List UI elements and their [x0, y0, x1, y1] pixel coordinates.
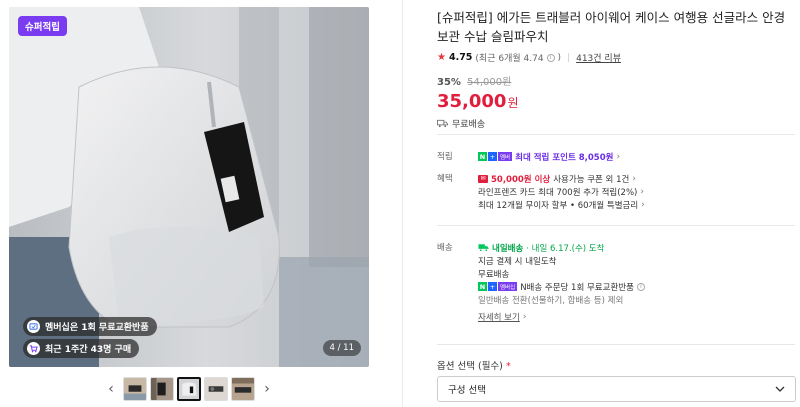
rating-row: ★ 4.75 (최근 6개월 4.74 i ) | 413건 리뷰 [437, 51, 797, 64]
details-line[interactable]: 자세히 보기 › [478, 310, 798, 323]
shipping-summary: 무료배송 [437, 117, 797, 130]
rating-score: 4.75 [448, 52, 473, 63]
fast-truck-icon [478, 243, 489, 252]
card-line[interactable]: 라인프렌즈 카드 최대 700원 추가 적립(2%) › [478, 185, 798, 198]
thumbnail-5[interactable] [231, 377, 255, 401]
fast-delivery-line: 내일배송 · 내일 6.17.(수) 도착 [478, 241, 798, 254]
free-delivery-text: 무료배송 [478, 269, 510, 280]
star-icon: ★ [437, 52, 446, 63]
info-icon[interactable]: i [636, 282, 645, 291]
details-link[interactable]: 자세히 보기 [478, 311, 520, 323]
cart-icon [27, 342, 40, 355]
sale-price: 35,000 [437, 91, 507, 112]
recent-purchase-text: 최근 1주간 43명 구매 [45, 345, 132, 355]
recent-rating: (최근 6개월 4.74 [475, 54, 544, 64]
pay-now-text: 지금 결제 시 내일도착 [478, 256, 557, 267]
installment-line[interactable]: 최대 12개월 무이자 할부 • 60개월 특별금리 › [478, 198, 798, 211]
option-select[interactable]: 구성 선택 [437, 376, 796, 402]
image-counter: 4 / 11 [322, 340, 361, 356]
membership-chip: 멤버십은 1회 무료교환반품 [23, 317, 157, 336]
column-divider [402, 0, 403, 407]
required-mark: * [505, 361, 511, 372]
thumbnail-2[interactable] [150, 377, 174, 401]
coupon-icon: ✉ [478, 174, 488, 183]
thumbnail-1[interactable] [123, 377, 147, 401]
original-price-row: 35% 54,000원 [437, 73, 797, 88]
points-label: 적립 [437, 152, 453, 162]
coupon-amount: 50,000원 이상 [491, 174, 551, 185]
option-label-text: 옵션 선택 (필수) [437, 361, 503, 372]
npay-return-text: N배송 주문당 1회 무료교환반품 [520, 282, 634, 293]
chevron-right-icon: › [632, 173, 636, 184]
npay-membership-badge: N + 멤버십 [478, 282, 518, 291]
divider [437, 225, 795, 226]
npay-badge: N + 멤버 [478, 152, 513, 161]
normal-switch-line: 일반배송 전환(선물하기, 합배송 등) 제외 [478, 293, 798, 306]
free-delivery-line: 무료배송 [478, 267, 798, 280]
chevron-right-icon: › [522, 311, 527, 322]
chevron-right-icon: › [640, 186, 644, 197]
thumbnail-4[interactable] [204, 377, 228, 401]
product-title: [슈퍼적립] 에가든 트래블러 아이웨어 케이스 여행용 선글라스 안경 보관 … [437, 10, 786, 44]
original-price: 54,000원 [467, 77, 512, 88]
prev-image-button[interactable]: ‹ [102, 377, 120, 401]
chevron-right-icon: › [616, 151, 621, 162]
shipping-free-text: 무료배송 [452, 120, 486, 130]
truck-icon [437, 119, 448, 128]
review-count-link[interactable]: 413건 리뷰 [576, 51, 621, 64]
super-points-badge: 슈퍼적립 [18, 16, 67, 36]
recent-rating-close: ) [557, 52, 562, 63]
sale-price-row: 35,000원 [437, 91, 797, 112]
product-info: [슈퍼적립] 에가든 트래블러 아이웨어 케이스 여행용 선글라스 안경 보관 … [437, 8, 797, 130]
normal-switch-text: 일반배송 전환(선물하기, 합배송 등) 제외 [478, 295, 624, 306]
fast-delivery-label: 내일배송 [492, 243, 524, 254]
rating-separator: | [567, 52, 571, 63]
npay-return-line: N + 멤버십 N배송 주문당 1회 무료교환반품 i [478, 280, 798, 293]
membership-icon [27, 320, 40, 333]
discount-percent: 35% [437, 77, 461, 88]
next-image-button[interactable]: › [258, 377, 276, 401]
membership-chip-text: 멤버십은 1회 무료교환반품 [45, 323, 149, 333]
thumbnail-3-active[interactable] [177, 377, 201, 401]
coupon-line[interactable]: ✉ 50,000원 이상 사용가능 쿠폰 외 1건 › [478, 172, 798, 185]
arrival-date: · 내일 6.17.(수) 도착 [526, 243, 605, 254]
chevron-right-icon: › [641, 199, 645, 210]
info-icon[interactable]: i [546, 53, 555, 62]
recent-purchase-chip: 최근 1주간 43명 구매 [23, 339, 140, 358]
divider [437, 134, 795, 135]
option-label: 옵션 선택 (필수) * [437, 358, 511, 372]
pay-now-line: 지금 결제 시 내일도착 [478, 254, 798, 267]
thumbnail-strip: ‹ › [102, 375, 276, 403]
option-select-value: 구성 선택 [448, 385, 486, 396]
currency: 원 [507, 96, 519, 110]
points-line[interactable]: N + 멤버 최대 적립 포인트 8,050원 › [478, 150, 798, 163]
divider [437, 344, 795, 345]
installment-text: 최대 12개월 무이자 할부 • 60개월 특별금리 [478, 200, 639, 211]
chevron-down-icon [775, 386, 785, 392]
max-points-text: 최대 적립 포인트 8,050원 [515, 152, 614, 163]
delivery-label: 배송 [437, 243, 453, 253]
coupon-rest: 사용가능 쿠폰 외 1건 [553, 174, 630, 185]
card-text: 라인프렌즈 카드 최대 700원 추가 적립(2%) [478, 187, 638, 198]
perks-label: 혜택 [437, 174, 453, 184]
product-main-photo[interactable] [9, 7, 369, 367]
product-image-gallery[interactable]: 슈퍼적립 멤버십은 1회 무료교환반품 최근 1주간 43명 구매 4 / 11 [9, 7, 369, 367]
